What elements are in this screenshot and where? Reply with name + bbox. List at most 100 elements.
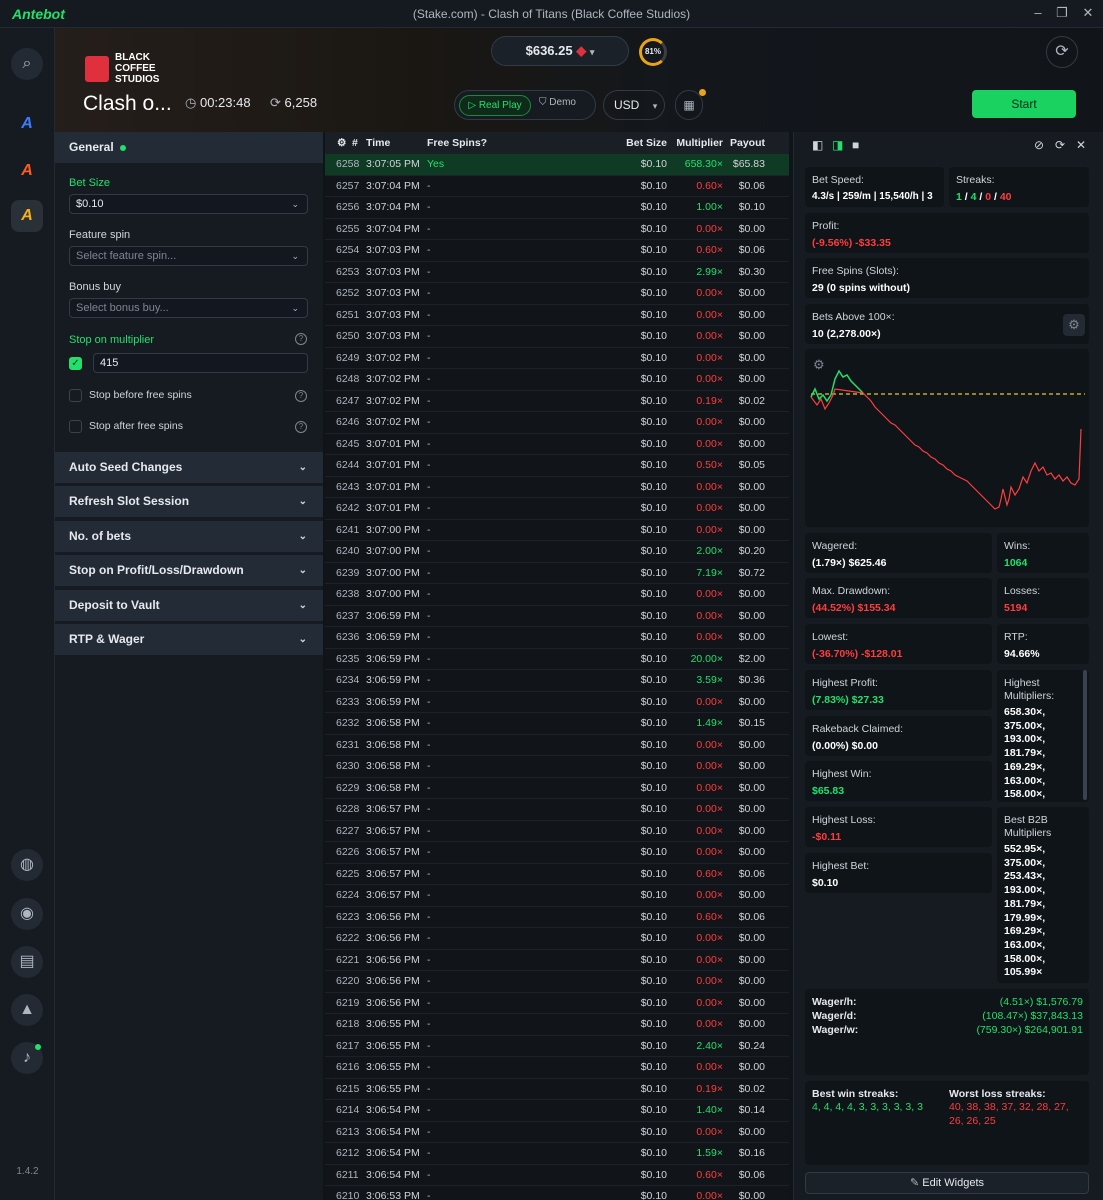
table-row[interactable]: 6250 3:07:03 PM - $0.10 0.00× $0.00 [325, 326, 789, 348]
table-row[interactable]: 6253 3:07:03 PM - $0.10 2.99× $0.30 [325, 262, 789, 283]
table-row[interactable]: 6256 3:07:04 PM - $0.10 1.00× $0.10 [325, 197, 789, 219]
table-row[interactable]: 6239 3:07:00 PM - $0.10 7.19× $0.72 [325, 563, 789, 584]
minimize-icon[interactable]: – [1030, 5, 1046, 21]
close-panel-icon[interactable]: ✕ [1076, 138, 1086, 152]
table-row[interactable]: 6257 3:07:04 PM - $0.10 0.60× $0.06 [325, 176, 789, 197]
table-row[interactable]: 6246 3:07:02 PM - $0.10 0.00× $0.00 [325, 412, 789, 434]
table-row[interactable]: 6240 3:07:00 PM - $0.10 2.00× $0.20 [325, 541, 789, 563]
demo-button[interactable]: ⛉ Demo [539, 97, 576, 108]
edit-widgets-button[interactable]: ✎ Edit Widgets [805, 1172, 1089, 1194]
gear-icon[interactable]: ⚙ [1063, 314, 1085, 336]
help-icon[interactable]: ? [295, 421, 307, 433]
table-row[interactable]: 6219 3:06:56 PM - $0.10 0.00× $0.00 [325, 993, 789, 1014]
layout-split-icon[interactable]: ◨ [832, 138, 843, 152]
stop-multiplier-input[interactable]: 415 [93, 353, 308, 373]
real-play-button[interactable]: ▷ Real Play [459, 95, 531, 116]
bell-icon[interactable]: ♪ [11, 1042, 43, 1074]
table-row[interactable]: 6245 3:07:01 PM - $0.10 0.00× $0.00 [325, 434, 789, 455]
table-row[interactable]: 6212 3:06:54 PM - $0.10 1.59× $0.16 [325, 1143, 789, 1165]
calendar-icon[interactable]: ▦ [675, 89, 706, 120]
table-row[interactable]: 6234 3:06:59 PM - $0.10 3.59× $0.36 [325, 670, 789, 692]
table-row[interactable]: 6225 3:06:57 PM - $0.10 0.60× $0.06 [325, 864, 789, 885]
table-row[interactable]: 6236 3:06:59 PM - $0.10 0.00× $0.00 [325, 627, 789, 649]
table-row[interactable]: 6229 3:06:58 PM - $0.10 0.00× $0.00 [325, 778, 789, 799]
refresh-stats-icon[interactable]: ⟳ [1055, 138, 1065, 152]
settings-gear-icon[interactable]: ⚙ [337, 137, 346, 149]
accordion-auto-seed[interactable]: Auto Seed Changes ⌄ [55, 452, 323, 483]
cell-free-spins: - [427, 867, 431, 880]
table-row[interactable]: 6255 3:07:04 PM - $0.10 0.00× $0.00 [325, 219, 789, 240]
table-row[interactable]: 6232 3:06:58 PM - $0.10 1.49× $0.15 [325, 713, 789, 735]
bonus-buy-select[interactable]: Select bonus buy... ⌄ [69, 298, 308, 318]
table-row[interactable]: 6217 3:06:55 PM - $0.10 2.40× $0.24 [325, 1036, 789, 1057]
table-row[interactable]: 6226 3:06:57 PM - $0.10 0.00× $0.00 [325, 842, 789, 864]
table-row[interactable]: 6241 3:07:00 PM - $0.10 0.00× $0.00 [325, 520, 789, 541]
table-row[interactable]: 6220 3:06:56 PM - $0.10 0.00× $0.00 [325, 971, 789, 993]
layout-left-icon[interactable]: ◧ [812, 138, 823, 152]
table-row[interactable]: 6248 3:07:02 PM - $0.10 0.00× $0.00 [325, 369, 789, 391]
table-row[interactable]: 6251 3:07:03 PM - $0.10 0.00× $0.00 [325, 305, 789, 326]
table-row[interactable]: 6238 3:07:00 PM - $0.10 0.00× $0.00 [325, 584, 789, 606]
stop-before-checkbox[interactable] [69, 389, 82, 402]
card-title: Bet Speed: [812, 174, 864, 186]
table-row[interactable]: 6214 3:06:54 PM - $0.10 1.40× $0.14 [325, 1100, 789, 1122]
discord-icon[interactable]: ◉ [11, 898, 43, 930]
table-row[interactable]: 6233 3:06:59 PM - $0.10 0.00× $0.00 [325, 692, 789, 713]
table-row[interactable]: 6210 3:06:53 PM - $0.10 0.00× $0.00 [325, 1186, 789, 1200]
table-row[interactable]: 6213 3:06:54 PM - $0.10 0.00× $0.00 [325, 1122, 789, 1143]
cell-bet-size: $0.10 [640, 222, 667, 235]
stop-after-checkbox[interactable] [69, 420, 82, 433]
table-row[interactable]: 6215 3:06:55 PM - $0.10 0.19× $0.02 [325, 1079, 789, 1100]
accordion-rtp-wager[interactable]: RTP & Wager ⌄ [55, 624, 323, 655]
table-row[interactable]: 6243 3:07:01 PM - $0.10 0.00× $0.00 [325, 477, 789, 498]
table-row[interactable]: 6244 3:07:01 PM - $0.10 0.50× $0.05 [325, 455, 789, 477]
stop-multiplier-checkbox[interactable]: ✓ [69, 357, 82, 370]
table-row[interactable]: 6211 3:06:54 PM - $0.10 0.60× $0.06 [325, 1165, 789, 1186]
table-row[interactable]: 6221 3:06:56 PM - $0.10 0.00× $0.00 [325, 950, 789, 971]
search-icon[interactable]: ⌕ [11, 48, 43, 80]
help-icon[interactable]: ? [295, 333, 307, 345]
table-row[interactable]: 6228 3:06:57 PM - $0.10 0.00× $0.00 [325, 799, 789, 821]
warning-icon[interactable]: ▲ [11, 994, 43, 1026]
scrollbar[interactable] [1083, 670, 1087, 800]
general-section-header[interactable]: General [55, 132, 323, 163]
antebot-yellow-icon[interactable]: A [11, 200, 43, 232]
table-row[interactable]: 6237 3:06:59 PM - $0.10 0.00× $0.00 [325, 606, 789, 627]
table-row[interactable]: 6222 3:06:56 PM - $0.10 0.00× $0.00 [325, 928, 789, 950]
table-row[interactable]: 6227 3:06:57 PM - $0.10 0.00× $0.00 [325, 821, 789, 842]
table-row[interactable]: 6223 3:06:56 PM - $0.10 0.60× $0.06 [325, 907, 789, 928]
balance-selector[interactable]: $636.25 ◆ ▾ [491, 36, 629, 66]
table-row[interactable]: 6235 3:06:59 PM - $0.10 20.00× $2.00 [325, 649, 789, 670]
start-button[interactable]: Start [972, 90, 1076, 118]
maximize-icon[interactable]: ❐ [1054, 5, 1070, 21]
accordion-no-of-bets[interactable]: No. of bets ⌄ [55, 521, 323, 552]
accordion-deposit-vault[interactable]: Deposit to Vault ⌄ [55, 590, 323, 621]
antebot-orange-icon[interactable]: A [11, 155, 43, 187]
table-row[interactable]: 6249 3:07:02 PM - $0.10 0.00× $0.00 [325, 348, 789, 369]
antebot-blue-icon[interactable]: A [11, 108, 43, 140]
table-row[interactable]: 6218 3:06:55 PM - $0.10 0.00× $0.00 [325, 1014, 789, 1036]
accordion-stop-profit[interactable]: Stop on Profit/Loss/Drawdown ⌄ [55, 555, 323, 586]
table-row[interactable]: 6254 3:07:03 PM - $0.10 0.60× $0.06 [325, 240, 789, 262]
table-row[interactable]: 6231 3:06:58 PM - $0.10 0.00× $0.00 [325, 735, 789, 756]
table-icon[interactable]: ▤ [11, 946, 43, 978]
table-row[interactable]: 6224 3:06:57 PM - $0.10 0.00× $0.00 [325, 885, 789, 907]
bet-size-select[interactable]: $0.10 ⌄ [69, 194, 308, 214]
currency-select[interactable]: USD ▾ [603, 90, 665, 120]
table-row[interactable]: 6216 3:06:55 PM - $0.10 0.00× $0.00 [325, 1057, 789, 1079]
table-row[interactable]: 6252 3:07:03 PM - $0.10 0.00× $0.00 [325, 283, 789, 305]
table-row[interactable]: 6230 3:06:58 PM - $0.10 0.00× $0.00 [325, 756, 789, 778]
help-icon[interactable]: ? [295, 390, 307, 402]
table-row[interactable]: 6258 3:07:05 PM Yes $0.10 658.30× $65.83 [325, 154, 789, 176]
accordion-refresh-session[interactable]: Refresh Slot Session ⌄ [55, 486, 323, 517]
table-row[interactable]: 6247 3:07:02 PM - $0.10 0.19× $0.02 [325, 391, 789, 412]
close-window-icon[interactable]: ✕ [1080, 5, 1096, 21]
globe-icon[interactable]: ◍ [11, 849, 43, 881]
cell-free-spins: - [427, 609, 431, 622]
table-row[interactable]: 6242 3:07:01 PM - $0.10 0.00× $0.00 [325, 498, 789, 520]
layout-full-icon[interactable]: ■ [852, 138, 859, 152]
feature-spin-select[interactable]: Select feature spin... ⌄ [69, 246, 308, 266]
hide-icon[interactable]: ⊘ [1034, 138, 1044, 152]
refresh-icon[interactable]: ⟳ [1046, 36, 1078, 68]
chart-gear-icon[interactable]: ⚙ [813, 357, 825, 373]
